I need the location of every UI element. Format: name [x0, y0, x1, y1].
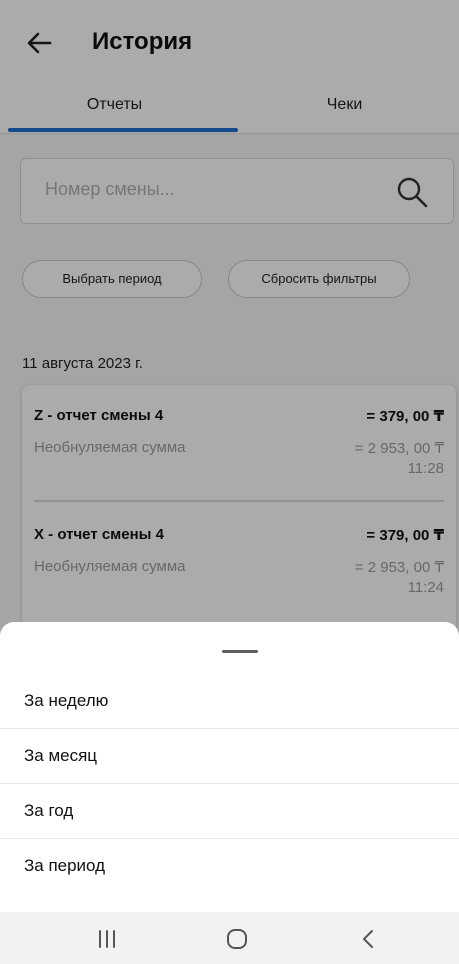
option-custom-period[interactable]: За период [0, 839, 459, 894]
option-label: За год [24, 801, 74, 820]
drag-handle[interactable] [222, 650, 258, 653]
home-icon[interactable] [224, 926, 250, 952]
back-icon[interactable] [356, 926, 382, 952]
option-week[interactable]: За неделю [0, 674, 459, 729]
option-month[interactable]: За месяц [0, 729, 459, 784]
option-label: За месяц [24, 746, 98, 765]
option-label: За неделю [24, 691, 109, 710]
system-navigation-bar [0, 912, 459, 964]
period-bottom-sheet: За неделю За месяц За год За период [0, 622, 459, 912]
option-label: За период [24, 856, 106, 875]
option-year[interactable]: За год [0, 784, 459, 839]
recents-icon[interactable] [94, 926, 120, 952]
